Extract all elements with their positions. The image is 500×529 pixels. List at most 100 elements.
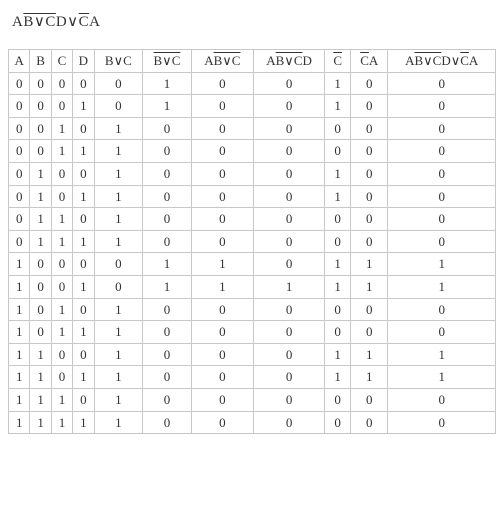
cell: 1: [388, 366, 495, 388]
truth-table: ABCDB∨CB∨CAB∨CAB∨CDCCAAB∨CD∨CA 000001001…: [8, 49, 496, 434]
cell: 0: [254, 163, 324, 185]
cell: 0: [73, 344, 93, 366]
cell: 1: [388, 344, 495, 366]
table-row: 11011000111: [9, 366, 495, 388]
cell: 1: [52, 118, 72, 140]
expression-title: AB∨CD∨CA: [12, 12, 492, 31]
cell: 1: [95, 412, 143, 434]
cell: 0: [9, 140, 29, 162]
cell: 1: [351, 276, 387, 298]
table-row: 01101000000: [9, 208, 495, 230]
cell: 1: [254, 276, 324, 298]
cell: 0: [254, 208, 324, 230]
cell: 0: [143, 412, 191, 434]
cell: 0: [254, 389, 324, 411]
cell: 0: [254, 118, 324, 140]
cell: 0: [192, 208, 253, 230]
cell: 1: [95, 344, 143, 366]
table-row: 01111000000: [9, 231, 495, 253]
header-row: ABCDB∨CB∨CAB∨CAB∨CDCCAAB∨CD∨CA: [9, 50, 495, 72]
cell: 0: [254, 299, 324, 321]
col-header-3: D: [73, 50, 93, 72]
cell: 1: [325, 73, 350, 95]
cell: 0: [325, 321, 350, 343]
col-header-4: B∨C: [95, 50, 143, 72]
cell: 0: [388, 299, 495, 321]
cell: 0: [30, 118, 50, 140]
cell: 0: [73, 253, 93, 275]
cell: 0: [192, 299, 253, 321]
cell: 1: [351, 344, 387, 366]
cell: 1: [9, 253, 29, 275]
cell: 0: [254, 412, 324, 434]
cell: 1: [192, 253, 253, 275]
table-row: 00111000000: [9, 140, 495, 162]
cell: 0: [254, 344, 324, 366]
cell: 1: [52, 140, 72, 162]
cell: 0: [73, 299, 93, 321]
cell: 1: [351, 253, 387, 275]
cell: 1: [73, 95, 93, 117]
cell: 0: [351, 140, 387, 162]
cell: 0: [143, 208, 191, 230]
col-header-7: AB∨CD: [254, 50, 324, 72]
cell: 1: [95, 299, 143, 321]
cell: 0: [52, 276, 72, 298]
table-row: 01001000100: [9, 163, 495, 185]
cell: 0: [351, 389, 387, 411]
cell: 0: [95, 73, 143, 95]
cell: 0: [388, 208, 495, 230]
cell: 0: [52, 73, 72, 95]
cell: 0: [254, 95, 324, 117]
cell: 1: [325, 253, 350, 275]
col-header-2: C: [52, 50, 72, 72]
cell: 0: [192, 344, 253, 366]
cell: 0: [9, 95, 29, 117]
cell: 1: [192, 276, 253, 298]
col-header-8: C: [325, 50, 350, 72]
cell: 1: [30, 389, 50, 411]
cell: 1: [95, 366, 143, 388]
cell: 1: [95, 163, 143, 185]
cell: 0: [9, 231, 29, 253]
cell: 0: [143, 163, 191, 185]
cell: 1: [388, 276, 495, 298]
cell: 1: [30, 366, 50, 388]
cell: 0: [192, 389, 253, 411]
cell: 1: [95, 389, 143, 411]
cell: 0: [254, 73, 324, 95]
cell: 0: [351, 299, 387, 321]
cell: 0: [388, 389, 495, 411]
cell: 1: [95, 321, 143, 343]
cell: 0: [325, 299, 350, 321]
cell: 0: [95, 253, 143, 275]
cell: 0: [351, 163, 387, 185]
cell: 0: [192, 140, 253, 162]
cell: 0: [9, 163, 29, 185]
cell: 0: [30, 73, 50, 95]
cell: 0: [325, 208, 350, 230]
col-header-9: CA: [351, 50, 387, 72]
cell: 0: [30, 276, 50, 298]
cell: 0: [143, 389, 191, 411]
cell: 0: [52, 253, 72, 275]
cell: 0: [143, 321, 191, 343]
table-row: 11101000000: [9, 389, 495, 411]
col-header-5: B∨C: [143, 50, 191, 72]
cell: 1: [9, 344, 29, 366]
cell: 0: [254, 253, 324, 275]
cell: 0: [388, 163, 495, 185]
cell: 1: [52, 321, 72, 343]
cell: 0: [73, 118, 93, 140]
cell: 1: [73, 276, 93, 298]
cell: 0: [30, 95, 50, 117]
cell: 0: [388, 321, 495, 343]
cell: 0: [325, 231, 350, 253]
cell: 0: [143, 366, 191, 388]
cell: 1: [9, 276, 29, 298]
cell: 0: [95, 276, 143, 298]
col-header-1: B: [30, 50, 50, 72]
cell: 0: [30, 140, 50, 162]
cell: 0: [30, 321, 50, 343]
cell: 0: [143, 140, 191, 162]
